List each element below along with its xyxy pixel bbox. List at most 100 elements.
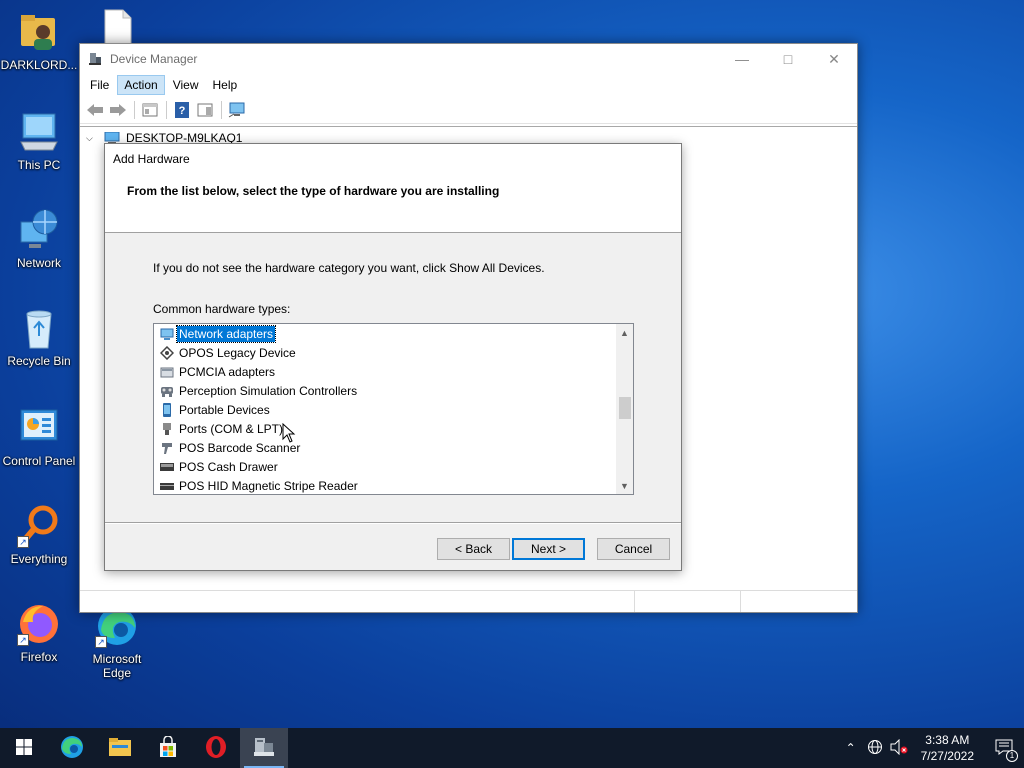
back-arrow-icon[interactable] xyxy=(84,99,106,121)
title-bar[interactable]: Device Manager — □ ✕ xyxy=(80,44,857,74)
network-globe-icon xyxy=(17,208,61,252)
list-item-label: POS HID Magnetic Stripe Reader xyxy=(179,478,358,493)
help-icon[interactable]: ? xyxy=(171,99,193,121)
stripe-reader-icon xyxy=(160,479,174,493)
desktop-icon-network[interactable]: Network xyxy=(0,208,78,270)
taskbar-store[interactable] xyxy=(144,728,192,768)
cancel-button[interactable]: Cancel xyxy=(597,538,670,560)
list-item[interactable]: Portable Devices xyxy=(154,400,616,419)
hardware-types-list[interactable]: Network adapters OPOS Legacy Device PCMC… xyxy=(153,323,634,495)
back-button[interactable]: < Back xyxy=(437,538,510,560)
taskbar-device-manager[interactable] xyxy=(240,728,288,768)
desktop-icon-label: Control Panel xyxy=(2,454,76,468)
window-title: Device Manager xyxy=(110,52,198,66)
notification-count-badge: 1 xyxy=(1006,750,1018,762)
svg-text:?: ? xyxy=(179,105,186,117)
portable-device-icon xyxy=(160,402,174,417)
list-item-label: OPOS Legacy Device xyxy=(179,345,296,360)
close-button[interactable]: ✕ xyxy=(811,44,857,74)
list-item[interactable]: POS Cash Drawer xyxy=(154,457,616,476)
list-item[interactable]: POS Barcode Scanner xyxy=(154,438,616,457)
shortcut-arrow-icon: ↗ xyxy=(95,636,107,648)
show-hide-action-pane-icon[interactable] xyxy=(194,99,216,121)
menu-action[interactable]: Action xyxy=(117,75,165,95)
minimize-button[interactable]: — xyxy=(719,44,765,74)
start-button[interactable] xyxy=(0,728,48,768)
desktop-icon-label: This PC xyxy=(17,158,61,172)
scan-hardware-icon[interactable] xyxy=(226,99,248,121)
list-item-label: PCMCIA adapters xyxy=(179,364,276,379)
dialog-title: Add Hardware xyxy=(113,152,190,166)
edge-icon xyxy=(60,735,84,762)
file-explorer-icon xyxy=(108,737,132,760)
menu-help[interactable]: Help xyxy=(207,76,244,94)
list-item[interactable]: Ports (COM & LPT) xyxy=(154,419,616,438)
list-item[interactable]: POS HID Magnetic Stripe Reader xyxy=(154,476,616,494)
volume-muted-icon[interactable] xyxy=(887,738,911,758)
taskbar-file-explorer[interactable] xyxy=(96,728,144,768)
toolbar-separator xyxy=(166,100,167,119)
firefox-icon: ↗ xyxy=(17,602,61,646)
scroll-down-icon[interactable]: ▼ xyxy=(616,477,633,494)
toolbar-separator xyxy=(134,100,135,119)
hardware-list-label: Common hardware types: xyxy=(153,302,291,316)
start-icon xyxy=(16,738,32,758)
dialog-info-text: If you do not see the hardware category … xyxy=(153,261,545,275)
opos-device-icon xyxy=(159,345,175,360)
menu-bar: File Action View Help xyxy=(80,74,857,96)
maximize-button[interactable]: □ xyxy=(765,44,811,74)
device-manager-icon xyxy=(88,52,102,66)
desktop-icon-label: Network xyxy=(16,256,61,270)
system-tray: ⌃ 3:38 AM 7/27/2022 1 xyxy=(839,728,1024,768)
desktop-icon-control-panel[interactable]: Control Panel xyxy=(0,406,78,468)
computer-icon xyxy=(17,110,61,154)
desktop-icon-user-folder[interactable]: DARKLORD... xyxy=(0,10,78,72)
list-item-label: POS Cash Drawer xyxy=(179,459,278,474)
status-bar xyxy=(80,590,857,612)
desktop-icon-label: Everything xyxy=(10,552,68,566)
dialog-heading: From the list below, select the type of … xyxy=(127,184,500,198)
vertical-scrollbar[interactable]: ▲ ▼ xyxy=(616,324,633,494)
desktop-icon-edge[interactable]: ↗ Microsoft Edge xyxy=(78,604,156,680)
desktop-icon-firefox[interactable]: ↗ Firefox xyxy=(0,602,78,664)
list-item-label: Perception Simulation Controllers xyxy=(179,383,358,398)
list-item[interactable]: Perception Simulation Controllers xyxy=(154,381,616,400)
list-item[interactable]: Network adapters xyxy=(154,324,616,343)
barcode-scanner-icon xyxy=(160,441,174,455)
device-manager-icon xyxy=(252,736,276,761)
list-item[interactable]: OPOS Legacy Device xyxy=(154,343,616,362)
toolbar: ? xyxy=(80,96,857,124)
taskbar: ⌃ 3:38 AM 7/27/2022 1 xyxy=(0,728,1024,768)
magnifier-icon: ↗ xyxy=(17,504,61,548)
port-icon xyxy=(160,422,174,436)
pcmcia-icon xyxy=(160,365,174,379)
user-folder-icon xyxy=(17,10,61,54)
clock-time: 3:38 AM xyxy=(925,733,970,747)
taskbar-edge[interactable] xyxy=(48,728,96,768)
scroll-up-icon[interactable]: ▲ xyxy=(616,324,633,341)
shortcut-arrow-icon: ↗ xyxy=(17,634,29,646)
control-panel-icon xyxy=(17,406,61,450)
desktop-icon-label: DARKLORD... xyxy=(0,58,78,72)
show-hide-console-tree-icon[interactable] xyxy=(139,99,161,121)
menu-view[interactable]: View xyxy=(167,76,205,94)
network-globe-icon[interactable] xyxy=(863,739,887,758)
perception-controller-icon xyxy=(160,384,174,398)
desktop-icon-label: Recycle Bin xyxy=(7,354,71,368)
chevron-down-icon[interactable]: ⌵ xyxy=(86,133,100,144)
opera-icon xyxy=(204,735,228,762)
menu-file[interactable]: File xyxy=(84,76,115,94)
forward-arrow-icon[interactable] xyxy=(107,99,129,121)
cash-drawer-icon xyxy=(160,460,174,474)
taskbar-opera[interactable] xyxy=(192,728,240,768)
chevron-up-icon[interactable]: ⌃ xyxy=(839,741,863,755)
store-icon xyxy=(157,734,179,761)
desktop-icon-everything[interactable]: ↗ Everything xyxy=(0,504,78,566)
notification-button[interactable]: 1 xyxy=(984,728,1024,768)
next-button[interactable]: Next > xyxy=(512,538,585,560)
list-item[interactable]: PCMCIA adapters xyxy=(154,362,616,381)
desktop-icon-recycle-bin[interactable]: Recycle Bin xyxy=(0,306,78,368)
clock[interactable]: 3:38 AM 7/27/2022 xyxy=(911,732,984,764)
scroll-thumb[interactable] xyxy=(619,397,631,419)
desktop-icon-this-pc[interactable]: This PC xyxy=(0,110,78,172)
